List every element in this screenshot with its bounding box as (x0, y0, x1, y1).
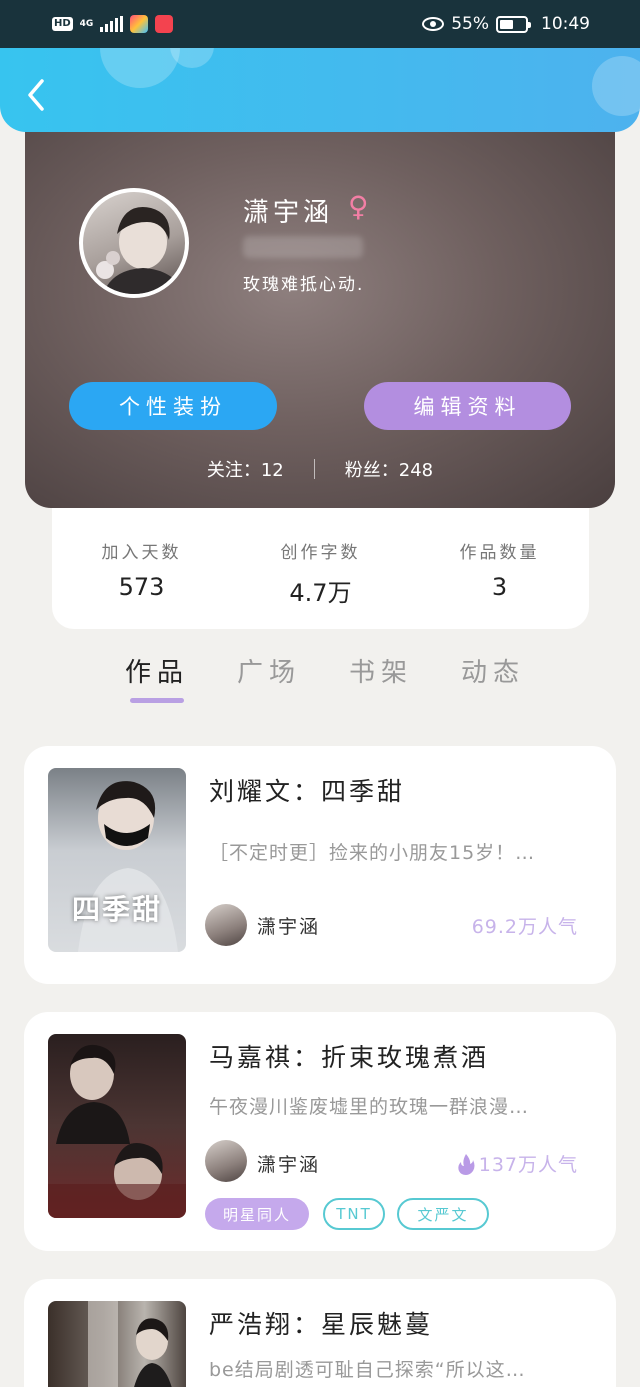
divider (313, 459, 315, 479)
app-notification-icon (130, 15, 149, 33)
profile-name: 潇宇涵 (243, 198, 334, 228)
book-description: 午夜漫川鉴废墟里的玫瑰一群浪漫… (209, 1096, 530, 1118)
avatar-portrait (96, 207, 185, 294)
popularity-text: 137万人气 (478, 1154, 578, 1176)
chevron-left-icon (28, 79, 44, 111)
tab-square[interactable]: 广场 (217, 648, 321, 708)
clock: 10:49 (541, 14, 590, 34)
book-title[interactable]: 严浩翔：星辰魅蔓 (209, 1305, 433, 1341)
book-card[interactable]: 四季甜 刘耀文：四季甜 ［不定时更］捡来的小朋友15岁！… 潇宇涵 69.2万人… (24, 746, 616, 984)
battery-icon (496, 15, 531, 33)
author-name: 潇宇涵 (257, 1154, 321, 1176)
profile-signature: 玫瑰难抵心动. (243, 275, 365, 295)
tab-activity[interactable]: 动态 (441, 648, 545, 708)
back-button[interactable] (22, 78, 50, 112)
cover-portrait (48, 1044, 186, 1218)
following-count[interactable]: 关注：12 (207, 456, 284, 482)
popularity-count: 69.2万人气 (472, 912, 578, 939)
signal-icon (100, 16, 124, 32)
personalize-button[interactable]: 个性装扮 (69, 382, 277, 430)
book-title[interactable]: 马嘉祺：折束玫瑰煮酒 (209, 1038, 489, 1074)
avatar[interactable] (79, 188, 189, 298)
hd-badge: HD (52, 17, 73, 31)
decor-bubble (170, 48, 214, 68)
flame-icon (458, 1153, 475, 1175)
stat-label: 作品数量 (459, 543, 540, 563)
cover-portrait (88, 1301, 172, 1387)
popularity-count: 137万人气 (457, 1150, 578, 1177)
book-card[interactable]: 马嘉祺：折束玫瑰煮酒 午夜漫川鉴废墟里的玫瑰一群浪漫… 潇宇涵 137万人气 明… (24, 1012, 616, 1251)
fans-count[interactable]: 粉丝：248 (345, 456, 433, 482)
tag-tnt[interactable]: TNT (323, 1198, 385, 1230)
tag-genre[interactable]: 文严文 (397, 1198, 489, 1230)
edit-profile-button[interactable]: 编辑资料 (364, 382, 571, 430)
author-avatar (205, 904, 247, 946)
follow-row: 关注：12 粉丝：248 (25, 456, 615, 482)
book-description: ［不定时更］捡来的小朋友15岁！… (209, 842, 536, 864)
reader-app-icon (155, 15, 174, 33)
stat-word-count: 创作字数 4.7万 (246, 538, 396, 629)
popularity-text: 69.2万人气 (471, 916, 578, 938)
stat-value: 573 (118, 573, 165, 601)
tab-bar: 作品 广场 书架 动态 (105, 648, 545, 708)
decor-bubble (592, 56, 640, 116)
stat-label: 加入天数 (101, 543, 182, 563)
female-icon: ♀ (348, 190, 369, 223)
book-title[interactable]: 刘耀文：四季甜 (209, 772, 405, 808)
status-bar: HD 4G 55% 10:49 (0, 0, 640, 48)
stat-value: 3 (491, 573, 508, 601)
profile-card: 潇宇涵 ♀ 玫瑰难抵心动. 个性装扮 编辑资料 关注：12 粉丝：248 (25, 108, 615, 508)
author-avatar (205, 1140, 247, 1182)
book-cover[interactable] (48, 1034, 186, 1218)
book-cover[interactable]: 四季甜 (48, 768, 186, 952)
tab-works[interactable]: 作品 (105, 648, 209, 708)
book-cover[interactable] (48, 1301, 186, 1387)
blurred-id (243, 236, 363, 258)
book-description: be结局剧透可耻自己探索“所以这… (209, 1359, 526, 1381)
battery-percent: 55% (451, 14, 489, 34)
book-card[interactable]: 严浩翔：星辰魅蔓 be结局剧透可耻自己探索“所以这… (24, 1279, 616, 1387)
stat-value: 4.7万 (289, 579, 352, 607)
top-header (0, 48, 640, 132)
network-type: 4G (79, 18, 94, 29)
stat-works-count: 作品数量 3 (425, 538, 575, 629)
eye-comfort-icon (422, 17, 445, 31)
tab-bookshelf[interactable]: 书架 (329, 648, 433, 708)
stat-label: 创作字数 (280, 543, 361, 563)
decor-bubble (100, 48, 180, 88)
cover-title: 四季甜 (71, 893, 162, 926)
stats-card: 加入天数 573 创作字数 4.7万 作品数量 3 (52, 508, 589, 629)
tag-celebrity-fanfic[interactable]: 明星同人 (205, 1198, 309, 1230)
stat-join-days: 加入天数 573 (67, 538, 217, 629)
author-name: 潇宇涵 (257, 916, 321, 938)
